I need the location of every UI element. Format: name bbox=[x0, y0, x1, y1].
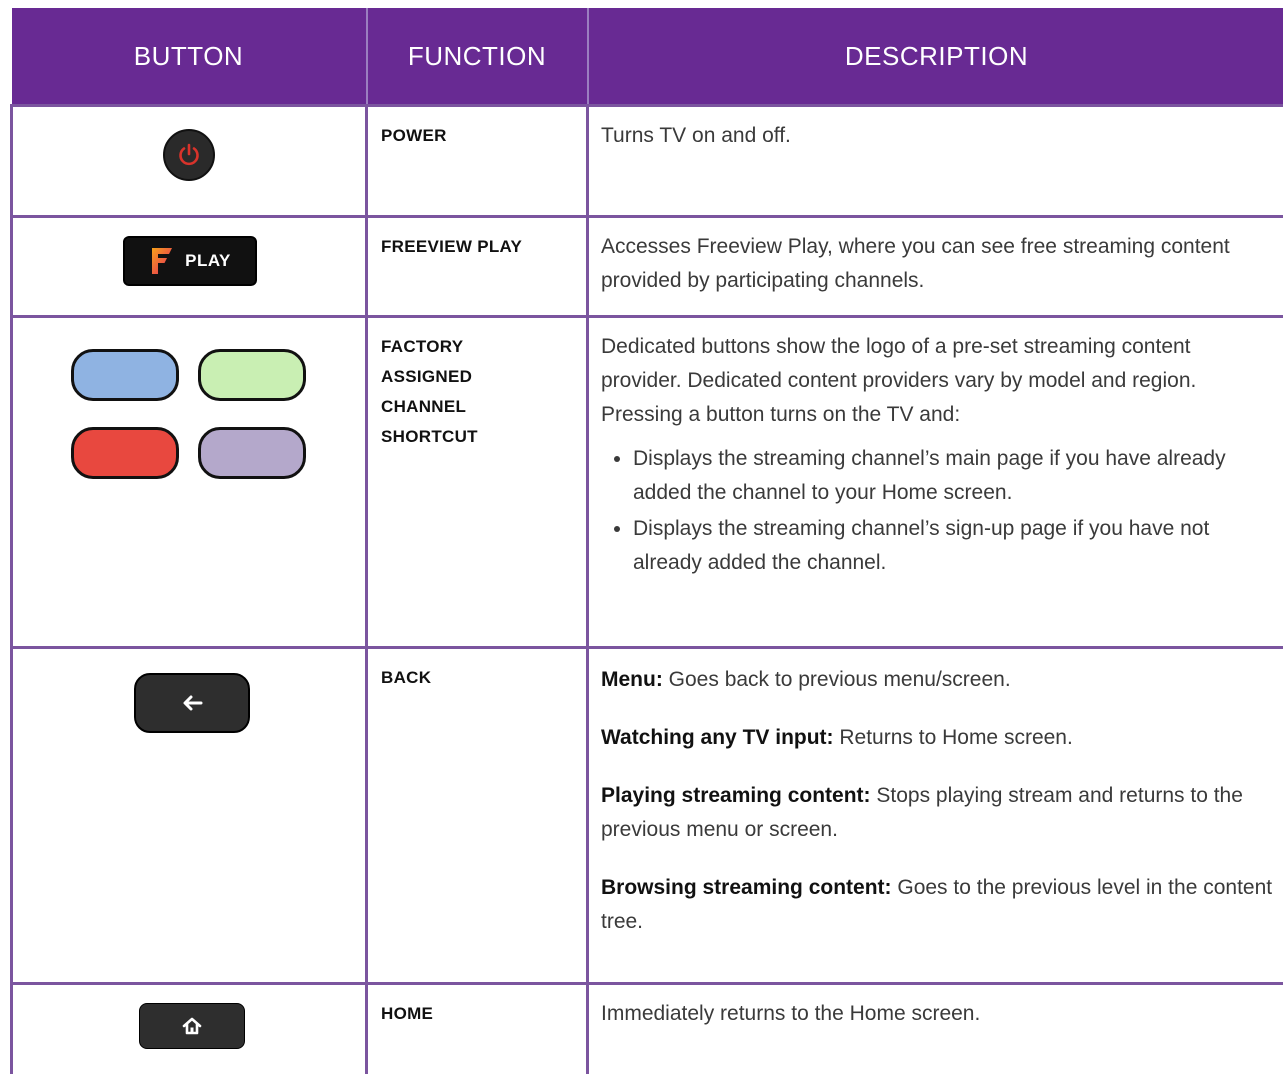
description-text: Dedicated buttons show the logo of a pre… bbox=[601, 330, 1273, 432]
back-menu-item: Menu: Goes back to previous menu/screen. bbox=[601, 663, 1273, 697]
function-label: FREEVIEW PLAY bbox=[368, 218, 586, 262]
header-function: FUNCTION bbox=[367, 8, 588, 106]
function-line: SHORTCUT bbox=[381, 422, 586, 452]
function-label: FACTORY ASSIGNED CHANNEL SHORTCUT bbox=[368, 318, 586, 452]
description-cell: Turns TV on and off. bbox=[588, 106, 1283, 217]
bullet-item: Displays the streaming channel’s sign-up… bbox=[633, 512, 1273, 580]
header-description: DESCRIPTION bbox=[588, 8, 1283, 106]
description-bullets: Displays the streaming channel’s main pa… bbox=[601, 442, 1273, 580]
green-shortcut-button bbox=[198, 349, 306, 401]
description-cell: Menu: Goes back to previous menu/screen.… bbox=[588, 648, 1283, 984]
red-shortcut-button bbox=[71, 427, 179, 479]
function-cell: FREEVIEW PLAY bbox=[367, 217, 588, 317]
function-cell: BACK bbox=[367, 648, 588, 984]
power-button bbox=[163, 129, 215, 181]
home-button bbox=[139, 1003, 245, 1049]
freeview-play-icon bbox=[149, 246, 175, 276]
blue-shortcut-button bbox=[71, 349, 179, 401]
button-cell bbox=[12, 984, 367, 1074]
home-icon bbox=[181, 1016, 203, 1036]
function-cell: FACTORY ASSIGNED CHANNEL SHORTCUT bbox=[367, 317, 588, 648]
table-row-channel-shortcut: FACTORY ASSIGNED CHANNEL SHORTCUT Dedica… bbox=[12, 317, 1283, 648]
table-row-back: BACK Menu: Goes back to previous menu/sc… bbox=[12, 648, 1283, 984]
purple-shortcut-button bbox=[198, 427, 306, 479]
function-cell: HOME bbox=[367, 984, 588, 1074]
back-playing-item: Playing streaming content: Stops playing… bbox=[601, 779, 1273, 847]
back-tv-input-item: Watching any TV input: Returns to Home s… bbox=[601, 721, 1273, 755]
freeview-play-button: PLAY bbox=[123, 236, 257, 286]
function-line: FACTORY bbox=[381, 332, 586, 362]
description-cell: Accesses Freeview Play, where you can se… bbox=[588, 217, 1283, 317]
description-text: Immediately returns to the Home screen. bbox=[601, 997, 1273, 1031]
function-line: ASSIGNED bbox=[381, 362, 586, 392]
button-cell: PLAY bbox=[12, 217, 367, 317]
table-row-home: HOME Immediately returns to the Home scr… bbox=[12, 984, 1283, 1074]
function-label: HOME bbox=[368, 985, 586, 1029]
table-row-power: POWER Turns TV on and off. bbox=[12, 106, 1283, 217]
button-function-table: BUTTON FUNCTION DESCRIPTION POWER Turns … bbox=[10, 8, 1283, 1074]
bullet-item: Displays the streaming channel’s main pa… bbox=[633, 442, 1273, 510]
function-label: POWER bbox=[368, 107, 586, 151]
description-text: Turns TV on and off. bbox=[601, 119, 1273, 153]
description-cell: Immediately returns to the Home screen. bbox=[588, 984, 1283, 1074]
function-line: CHANNEL bbox=[381, 392, 586, 422]
header-button: BUTTON bbox=[12, 8, 367, 106]
function-label: BACK bbox=[368, 649, 586, 693]
button-cell bbox=[12, 648, 367, 984]
back-arrow-icon bbox=[181, 694, 203, 712]
table-row-freeview-play: PLAY FREEVIEW PLAY Accesses Freeview Pla… bbox=[12, 217, 1283, 317]
function-cell: POWER bbox=[367, 106, 588, 217]
back-browsing-item: Browsing streaming content: Goes to the … bbox=[601, 871, 1273, 939]
description-text: Accesses Freeview Play, where you can se… bbox=[601, 230, 1273, 298]
table-header-row: BUTTON FUNCTION DESCRIPTION bbox=[12, 8, 1283, 106]
button-cell bbox=[12, 106, 367, 217]
power-icon bbox=[176, 142, 202, 168]
button-cell bbox=[12, 317, 367, 648]
description-cell: Dedicated buttons show the logo of a pre… bbox=[588, 317, 1283, 648]
play-label: PLAY bbox=[185, 251, 231, 271]
back-button bbox=[134, 673, 250, 733]
